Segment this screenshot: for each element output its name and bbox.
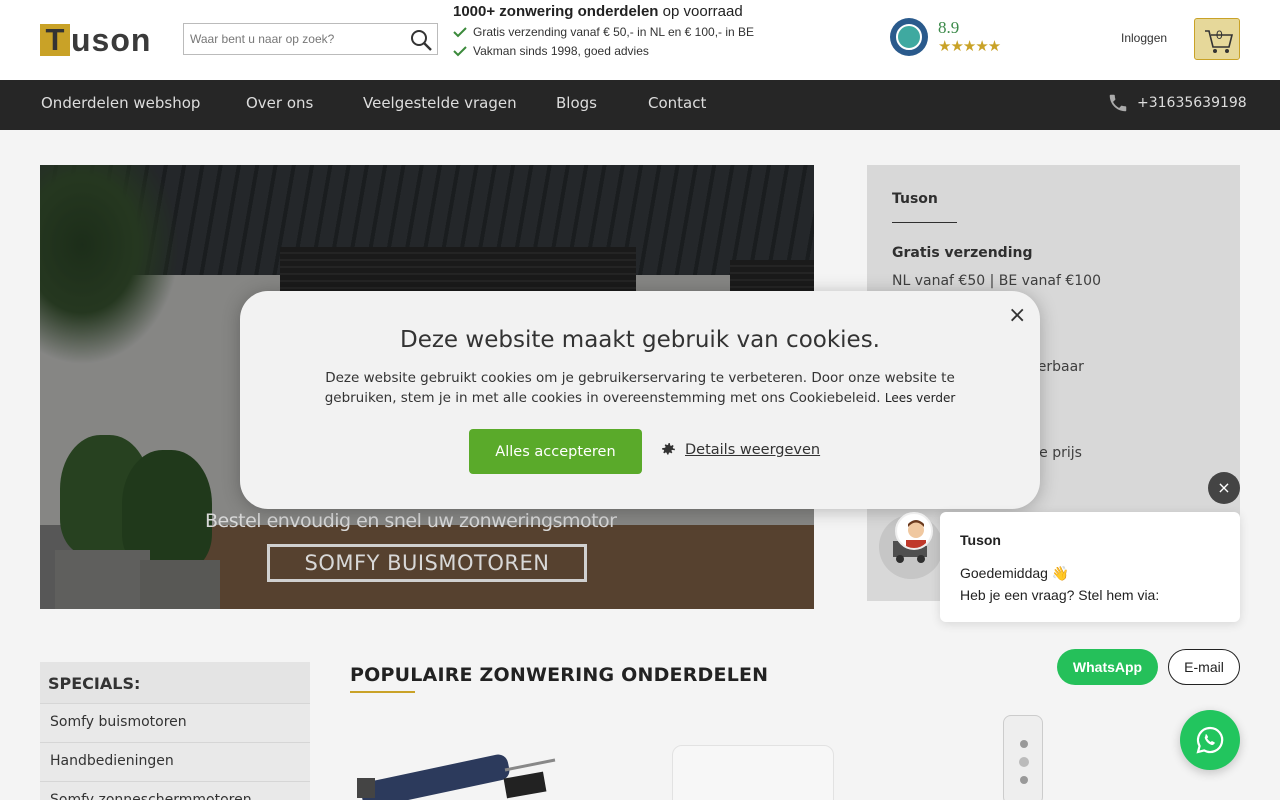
check-icon bbox=[453, 46, 467, 57]
cart-count: 0 bbox=[1216, 28, 1223, 42]
star-icons: ★★★★★ bbox=[938, 37, 1001, 55]
email-button[interactable]: E-mail bbox=[1168, 649, 1240, 685]
nav-item-blogs[interactable]: Blogs bbox=[556, 94, 597, 112]
nav-item-onderdelen-webshop[interactable]: Onderdelen webshop bbox=[41, 94, 200, 112]
product-image-remote[interactable] bbox=[1003, 715, 1043, 800]
hero-caption: Bestel envoudig en snel uw zonweringsmot… bbox=[205, 510, 617, 532]
hero-cta-button[interactable]: SOMFY BUISMOTOREN bbox=[267, 544, 587, 582]
login-link[interactable]: Inloggen bbox=[1121, 31, 1167, 45]
webshop-keurmerk-badge bbox=[890, 18, 928, 56]
search-box bbox=[183, 23, 438, 55]
sidebar-item-somfy-zonneschermmotoren[interactable]: Somfy zonneschermmotoren bbox=[40, 782, 310, 800]
phone-link[interactable]: +31635639198 bbox=[1107, 92, 1247, 114]
phone-number: +31635639198 bbox=[1137, 95, 1247, 111]
accept-all-button[interactable]: Alles accepteren bbox=[469, 429, 642, 474]
usp-item: Vakman sinds 1998, goed advies bbox=[453, 44, 754, 58]
product-image-receiver[interactable] bbox=[672, 745, 834, 800]
usp-block: 1000+ zonwering onderdelen op voorraad G… bbox=[453, 3, 754, 58]
whatsapp-button[interactable]: WhatsApp bbox=[1057, 649, 1158, 685]
phone-icon bbox=[1109, 94, 1127, 112]
whatsapp-chat-button[interactable] bbox=[1180, 710, 1240, 770]
usp-title: 1000+ zonwering onderdelen op voorraad bbox=[453, 3, 743, 20]
logo-text: uson bbox=[71, 22, 152, 58]
nav-item-contact[interactable]: Contact bbox=[648, 94, 706, 112]
whatsapp-icon bbox=[1196, 726, 1224, 754]
nav-item-over-ons[interactable]: Over ons bbox=[246, 94, 313, 112]
sidebar-heading: SPECIALS: bbox=[40, 662, 310, 704]
logo[interactable]: T uson bbox=[40, 24, 151, 56]
product-image-buismotor[interactable] bbox=[355, 730, 560, 800]
modal-text: Deze website gebruikt cookies om je gebr… bbox=[324, 370, 956, 406]
search-icon[interactable] bbox=[409, 28, 433, 52]
section-title: POPULAIRE ZONWERING ONDERDELEN bbox=[350, 664, 769, 686]
chat-popup: Tuson Goedemiddag 👋 Heb je een vraag? St… bbox=[940, 512, 1240, 622]
usp-item: Gratis verzending vanaf € 50,- in NL en … bbox=[453, 25, 754, 39]
site-header: T uson 1000+ zonwering onderdelen op voo… bbox=[0, 0, 1280, 80]
chat-agent-name: Tuson bbox=[960, 532, 1001, 548]
logo-initial: T bbox=[40, 24, 70, 56]
shop-rating[interactable]: 8.9 ★★★★★ bbox=[890, 18, 1001, 56]
search-input[interactable] bbox=[184, 24, 404, 54]
cart-button[interactable]: 0 bbox=[1194, 18, 1240, 60]
nav-item-veelgestelde-vragen[interactable]: Veelgestelde vragen bbox=[363, 94, 517, 112]
show-details-button[interactable]: Details weergeven bbox=[660, 441, 820, 458]
chat-close-button[interactable]: × bbox=[1208, 472, 1240, 504]
sidebar-item-somfy-buismotoren[interactable]: Somfy buismotoren bbox=[40, 704, 310, 743]
sidebar-item-handbedieningen[interactable]: Handbedieningen bbox=[40, 743, 310, 782]
close-icon[interactable]: × bbox=[1008, 303, 1026, 328]
chat-greeting: Goedemiddag 👋 bbox=[960, 565, 1070, 581]
agent-avatar bbox=[895, 512, 933, 550]
modal-title: Deze website maakt gebruik van cookies. bbox=[400, 327, 880, 353]
gear-icon bbox=[662, 443, 675, 455]
chat-question: Heb je een vraag? Stel hem via: bbox=[960, 587, 1160, 603]
rating-score: 8.9 ★★★★★ bbox=[938, 18, 1001, 56]
read-more-link[interactable]: Lees verder bbox=[885, 391, 955, 405]
main-nav: Onderdelen webshop Over ons Veelgestelde… bbox=[0, 80, 1280, 130]
check-icon bbox=[453, 27, 467, 38]
specials-sidebar: SPECIALS: Somfy buismotoren Handbedienin… bbox=[40, 662, 310, 800]
cookie-consent-modal: × Deze website maakt gebruik van cookies… bbox=[240, 291, 1040, 509]
divider bbox=[350, 691, 415, 693]
